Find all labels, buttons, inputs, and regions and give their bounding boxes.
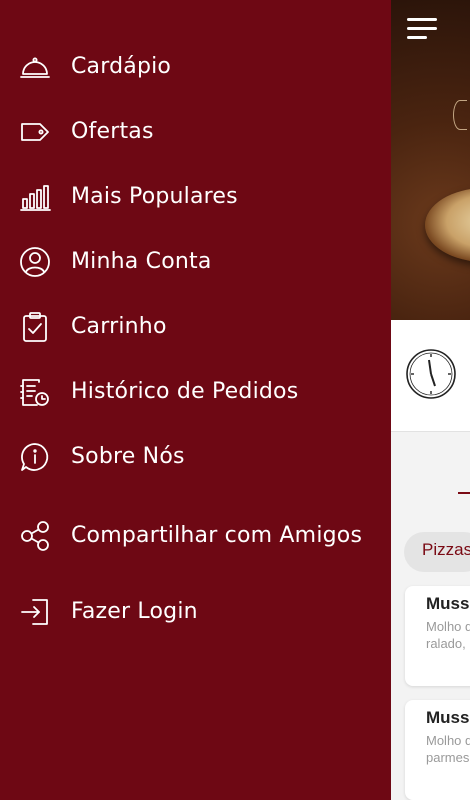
menu-item-mais-populares[interactable]: Mais Populares — [0, 182, 391, 212]
bar-chart-icon — [18, 180, 52, 214]
menu-item-cardapio[interactable]: Cardápio — [0, 52, 391, 82]
menu-item-fazer-login[interactable]: Fazer Login — [0, 597, 391, 627]
product-card[interactable]: Muss Molho d parmes — [405, 700, 470, 800]
tag-icon — [18, 115, 52, 149]
clock-icon — [406, 349, 456, 399]
menu-item-label: Carrinho — [71, 314, 167, 339]
user-circle-icon — [18, 245, 52, 279]
product-title: Muss — [426, 708, 470, 727]
menu-item-label: Ofertas — [71, 119, 154, 144]
menu-item-compartilhar[interactable]: Compartilhar com Amigos — [0, 508, 391, 564]
login-icon — [18, 595, 52, 629]
hero-banner-image — [391, 0, 470, 320]
category-chip[interactable]: Pizzas — [404, 532, 470, 572]
info-bubble-icon — [18, 440, 52, 474]
clipboard-check-icon — [18, 310, 52, 344]
menu-item-historico-de-pedidos[interactable]: Histórico de Pedidos — [0, 377, 391, 407]
product-card[interactable]: Muss Molho d ralado, — [405, 586, 470, 686]
cloche-icon — [18, 50, 52, 84]
order-history-icon — [18, 375, 52, 409]
decorative-flourish — [453, 100, 467, 130]
menu-item-label: Compartilhar com Amigos — [71, 523, 363, 548]
menu-item-label: Minha Conta — [71, 249, 212, 274]
menu-item-sobre-nos[interactable]: Sobre Nós — [0, 442, 391, 472]
share-icon — [18, 519, 52, 553]
menu-item-label: Histórico de Pedidos — [71, 379, 299, 404]
menu-item-label: Mais Populares — [71, 184, 238, 209]
menu-item-carrinho[interactable]: Carrinho — [0, 312, 391, 342]
navigation-drawer: Cardápio Ofertas Mais Populares Minha Co… — [0, 0, 391, 800]
product-description: Molho d parmes — [426, 733, 470, 765]
menu-hamburger-icon[interactable] — [407, 18, 437, 42]
active-tab-indicator — [458, 492, 470, 494]
menu-item-label: Sobre Nós — [71, 444, 185, 469]
menu-item-label: Fazer Login — [71, 599, 198, 624]
menu-item-ofertas[interactable]: Ofertas — [0, 117, 391, 147]
product-description: Molho d ralado, — [426, 619, 470, 651]
menu-item-minha-conta[interactable]: Minha Conta — [0, 247, 391, 277]
product-title: Muss — [426, 594, 470, 613]
menu-item-label: Cardápio — [71, 54, 172, 79]
store-info-strip — [391, 320, 470, 432]
pizza-image — [425, 188, 470, 262]
